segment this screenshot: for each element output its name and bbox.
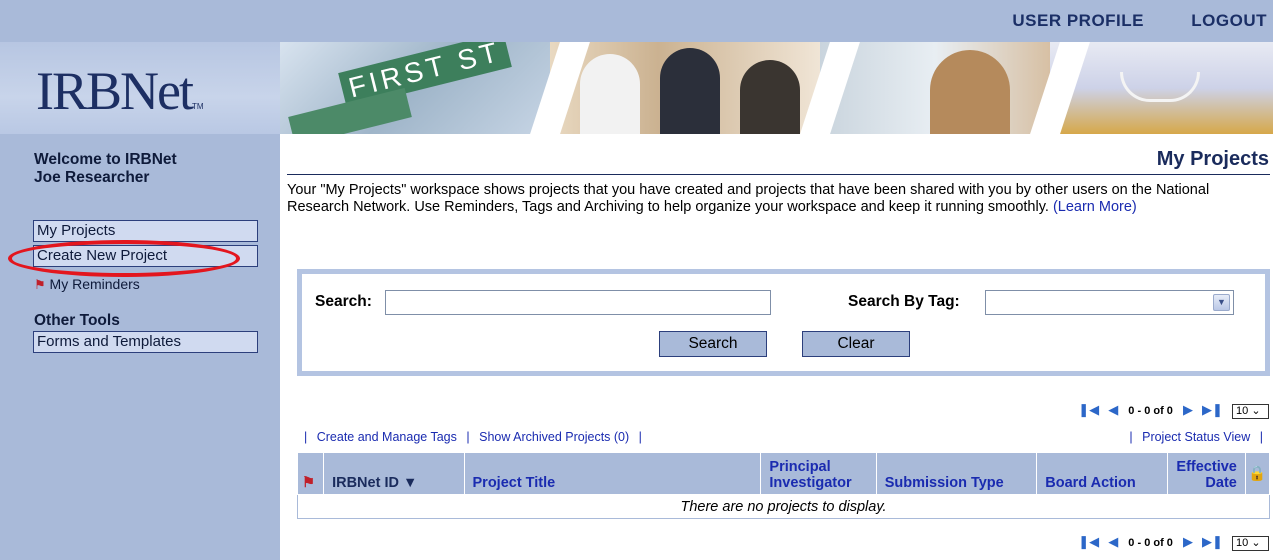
first-page-icon[interactable]: ❚◀ bbox=[1075, 534, 1102, 549]
column-board-action[interactable]: Board Action bbox=[1036, 452, 1168, 495]
reminders-label: My Reminders bbox=[49, 276, 140, 292]
chevron-down-icon: ⌄ bbox=[1251, 536, 1261, 549]
banner: IRBNetTM FIRST ST bbox=[0, 42, 1273, 134]
column-label: Board Action bbox=[1045, 475, 1136, 491]
empty-table-message: There are no projects to display. bbox=[297, 494, 1270, 519]
main-content: My Projects Your "My Projects" workspace… bbox=[280, 134, 1273, 560]
banner-photo-street-sign: FIRST ST bbox=[280, 42, 550, 134]
search-panel: Search: Search By Tag: ▼ Search Clear bbox=[297, 269, 1270, 376]
chevron-down-icon: ⌄ bbox=[1251, 404, 1261, 417]
sort-down-icon: ▼ bbox=[402, 475, 418, 491]
column-effective-date[interactable]: Effective Date bbox=[1166, 452, 1246, 495]
next-page-icon[interactable]: ▶ bbox=[1180, 402, 1196, 417]
flag-column-header[interactable]: ⚑ bbox=[296, 452, 325, 495]
table-row: There are no projects to display. bbox=[297, 494, 1270, 519]
other-tools-heading: Other Tools bbox=[34, 312, 120, 329]
person-figure bbox=[740, 60, 800, 134]
link-separator: | bbox=[638, 430, 642, 444]
table-tool-links: | Create and Manage Tags | Show Archived… bbox=[298, 430, 648, 444]
prev-page-icon[interactable]: ◀ bbox=[1105, 534, 1121, 549]
logo-area: IRBNetTM bbox=[0, 42, 280, 134]
flag-icon: ⚑ bbox=[34, 277, 46, 292]
person-figure bbox=[580, 54, 640, 134]
flag-icon: ⚑ bbox=[302, 475, 315, 491]
sidebar-item-my-projects[interactable]: My Projects bbox=[33, 220, 258, 242]
projects-table: ⚑ IRBNet ID ▼ Project Title Principal In… bbox=[296, 452, 1271, 519]
top-bar: USER PROFILE LOGOUT bbox=[0, 0, 1273, 42]
page-title: My Projects bbox=[1156, 148, 1269, 170]
clear-button[interactable]: Clear bbox=[802, 331, 910, 357]
lock-column-header[interactable]: 🔒 bbox=[1244, 452, 1271, 495]
project-status-view-link[interactable]: Project Status View bbox=[1142, 430, 1250, 444]
link-separator: | bbox=[304, 430, 308, 444]
column-project-title[interactable]: Project Title bbox=[463, 452, 762, 495]
show-archived-link[interactable]: Show Archived Projects (0) bbox=[479, 430, 629, 444]
search-by-tag-label: Search By Tag: bbox=[848, 293, 960, 310]
link-separator: | bbox=[1259, 430, 1263, 444]
dropdown-arrow-icon[interactable]: ▼ bbox=[1213, 294, 1230, 311]
column-irbnet-id[interactable]: IRBNet ID ▼ bbox=[323, 452, 465, 495]
column-submission-type[interactable]: Submission Type bbox=[875, 452, 1038, 495]
search-label: Search: bbox=[315, 293, 372, 310]
banner-photo-meeting bbox=[550, 42, 820, 134]
column-label: Principal Investigator bbox=[769, 459, 852, 491]
sidebar: Welcome to IRBNet Joe Researcher My Proj… bbox=[0, 134, 280, 560]
column-label: Project Title bbox=[472, 475, 556, 491]
page-size-select[interactable]: 10 ⌄ bbox=[1232, 535, 1269, 551]
welcome-heading: Welcome to IRBNet bbox=[34, 151, 177, 168]
title-divider bbox=[287, 174, 1270, 175]
page-size-value: 10 bbox=[1236, 404, 1249, 417]
page-size-select[interactable]: 10 ⌄ bbox=[1232, 403, 1269, 419]
link-separator: | bbox=[466, 430, 470, 444]
satellite-dish-icon bbox=[1120, 72, 1200, 102]
sidebar-item-forms-and-templates[interactable]: Forms and Templates bbox=[33, 331, 258, 353]
column-label: Submission Type bbox=[884, 475, 1004, 491]
prev-page-icon[interactable]: ◀ bbox=[1105, 402, 1121, 417]
logo-text: IRBNet bbox=[36, 61, 194, 121]
search-by-tag-select[interactable]: ▼ bbox=[985, 290, 1234, 315]
create-manage-tags-link[interactable]: Create and Manage Tags bbox=[317, 430, 457, 444]
pager-top: ❚◀ ◀ 0 - 0 of 0 ▶ ▶❚ 10 ⌄ bbox=[1075, 402, 1269, 419]
first-page-icon[interactable]: ❚◀ bbox=[1075, 402, 1102, 417]
table-header-row: ⚑ IRBNet ID ▼ Project Title Principal In… bbox=[296, 452, 1271, 495]
scientist-figure bbox=[930, 50, 1010, 134]
intro-text: Your "My Projects" workspace shows proje… bbox=[287, 182, 1270, 216]
next-page-icon[interactable]: ▶ bbox=[1180, 534, 1196, 549]
lock-icon: 🔒 bbox=[1248, 465, 1267, 482]
page-range: 0 - 0 of 0 bbox=[1128, 537, 1173, 549]
last-page-icon[interactable]: ▶❚ bbox=[1199, 534, 1226, 549]
column-label: IRBNet ID bbox=[332, 475, 399, 491]
user-name: Joe Researcher bbox=[34, 169, 150, 186]
pager-bottom: ❚◀ ◀ 0 - 0 of 0 ▶ ▶❚ 10 ⌄ bbox=[1075, 534, 1269, 551]
search-input[interactable] bbox=[385, 290, 771, 315]
irbnet-logo[interactable]: IRBNetTM bbox=[36, 60, 204, 122]
learn-more-link[interactable]: (Learn More) bbox=[1053, 199, 1137, 215]
person-figure bbox=[660, 48, 720, 134]
page-range: 0 - 0 of 0 bbox=[1128, 405, 1173, 417]
link-separator: | bbox=[1129, 430, 1133, 444]
search-button[interactable]: Search bbox=[659, 331, 767, 357]
logout-link[interactable]: LOGOUT bbox=[1191, 11, 1267, 31]
page-size-value: 10 bbox=[1236, 536, 1249, 549]
welcome-text: Welcome to IRBNet Joe Researcher bbox=[34, 151, 177, 187]
column-label: Effective Date bbox=[1176, 459, 1237, 491]
status-view-links: | Project Status View | bbox=[1123, 430, 1269, 444]
logo-trademark: TM bbox=[192, 102, 204, 111]
user-profile-link[interactable]: USER PROFILE bbox=[1012, 11, 1144, 31]
last-page-icon[interactable]: ▶❚ bbox=[1199, 402, 1226, 417]
column-principal-investigator[interactable]: Principal Investigator bbox=[760, 452, 877, 495]
highlight-annotation bbox=[8, 240, 240, 277]
sidebar-item-my-reminders[interactable]: ⚑ My Reminders bbox=[34, 276, 140, 293]
